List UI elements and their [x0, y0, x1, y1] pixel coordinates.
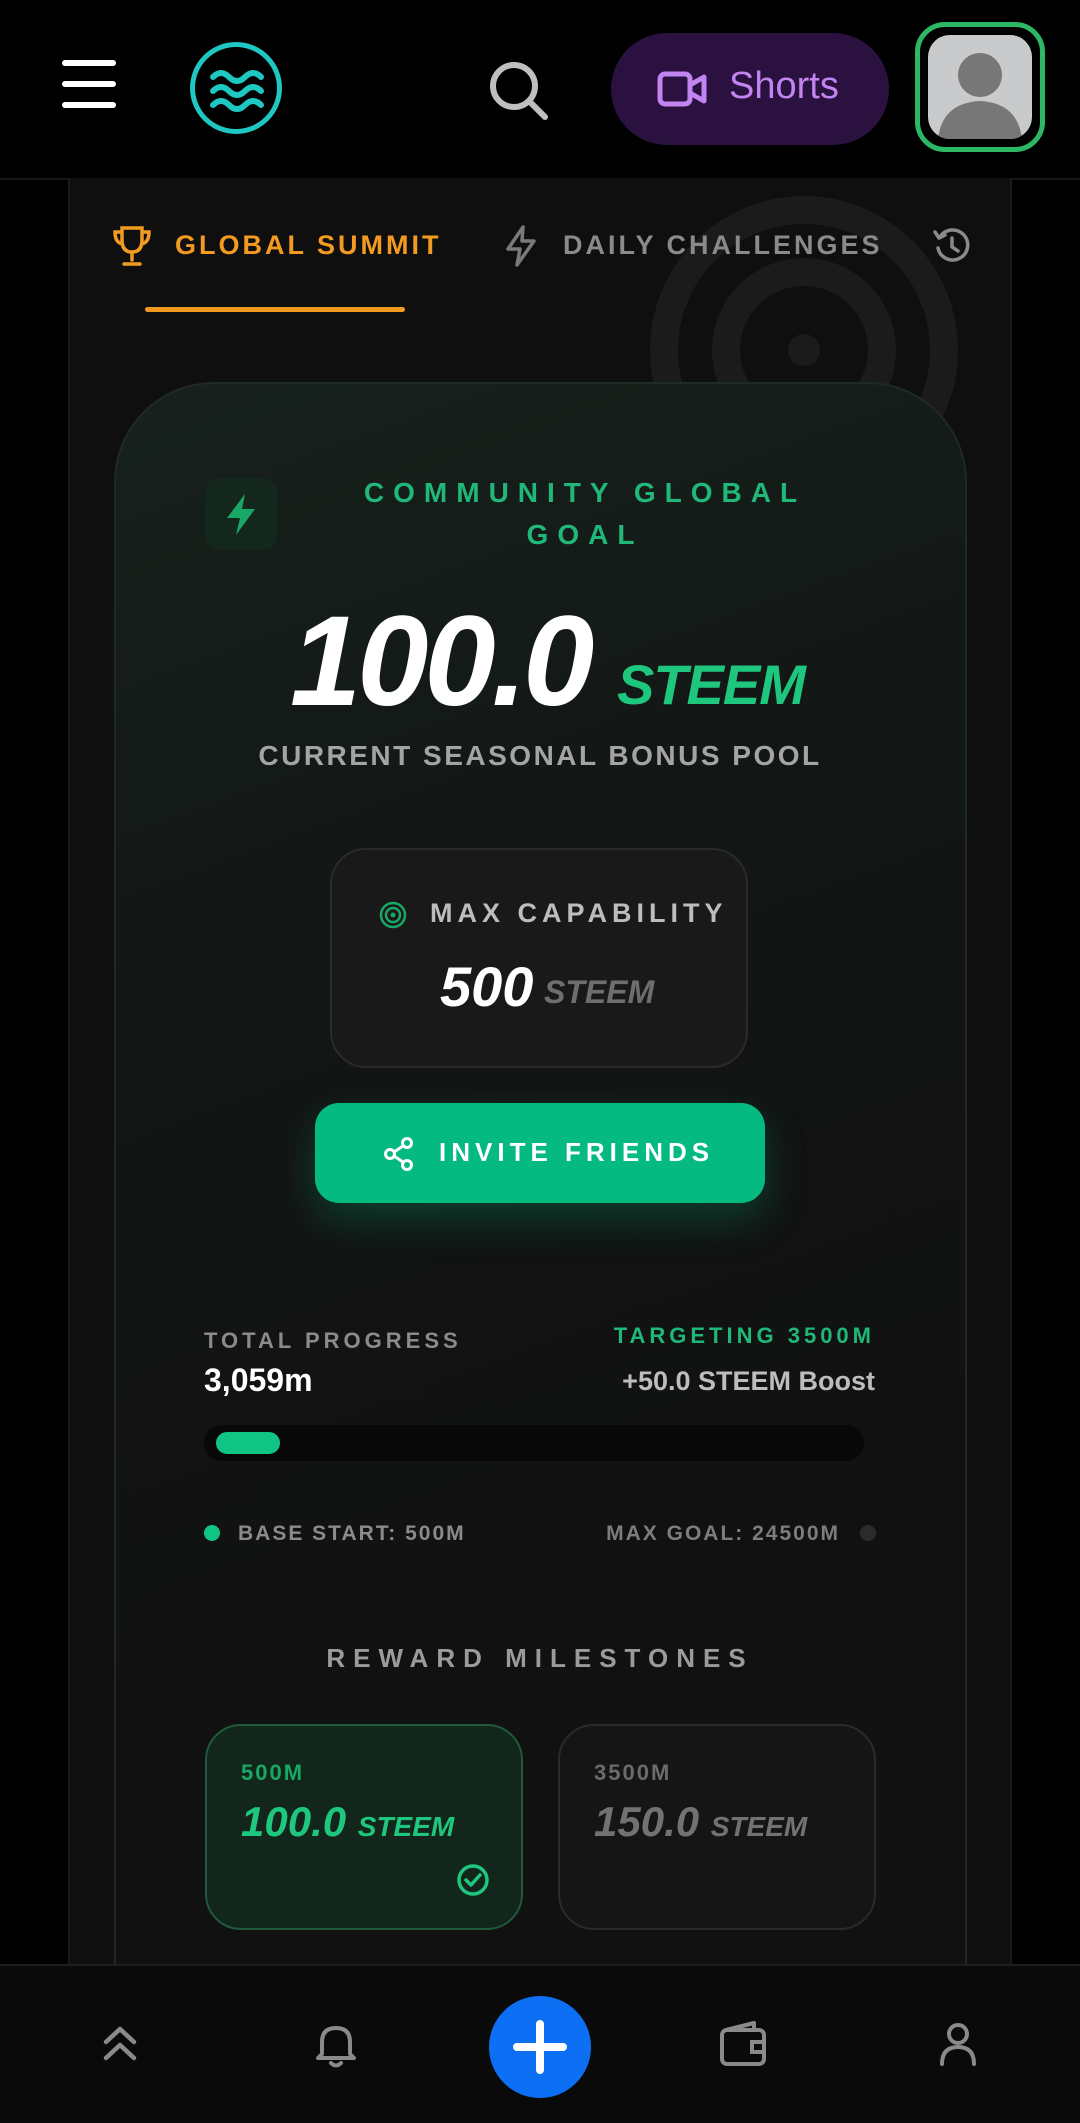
- create-plus-button[interactable]: [489, 1996, 591, 2098]
- goal-bolt-icon: [205, 478, 277, 550]
- milestone-amount: 100.0: [241, 1798, 347, 1845]
- bottom-nav: [0, 1964, 1080, 2123]
- trophy-icon: [113, 226, 151, 266]
- history-icon[interactable]: [932, 226, 972, 266]
- progress-bar-fill: [216, 1432, 280, 1454]
- milestone-amount: 150.0: [594, 1798, 700, 1845]
- milestone-distance: 500M: [241, 1760, 305, 1785]
- milestone-distance: 3500M: [594, 1760, 672, 1785]
- milestone-unit: STEEM: [710, 1811, 808, 1842]
- tab-daily-challenges[interactable]: DAILY CHALLENGES: [503, 222, 880, 272]
- milestone-unit: STEEM: [357, 1811, 455, 1842]
- double-chevron-up-icon[interactable]: [92, 2016, 148, 2072]
- active-tab-underline: [145, 307, 405, 312]
- share-icon: [384, 1137, 413, 1171]
- goal-amount: 100.0: [290, 590, 594, 733]
- search-icon[interactable]: [488, 60, 550, 122]
- max-goal-dot: [860, 1525, 876, 1541]
- check-circle-icon: [457, 1864, 489, 1896]
- max-capability-unit: STEEM: [544, 974, 655, 1010]
- total-progress-value: 3,059m: [204, 1362, 313, 1398]
- tab-global-summit-label: GLOBAL SUMMIT: [175, 230, 442, 260]
- community-goal-title: COMMUNITY GLOBAL GOAL: [363, 477, 807, 550]
- profile-icon[interactable]: [930, 2016, 986, 2072]
- base-start-dot: [204, 1525, 220, 1541]
- milestone-reward: 100.0 STEEM: [241, 1798, 454, 1846]
- shorts-label: Shorts: [729, 65, 839, 107]
- boost-label: +50.0 STEEM Boost: [622, 1366, 875, 1396]
- hamburger-menu-icon[interactable]: [62, 60, 116, 108]
- max-capability-card: MAX CAPABILITY 500 STEEM: [330, 848, 748, 1068]
- user-avatar-icon: [928, 35, 1032, 139]
- target-icon: [379, 901, 407, 929]
- avatar[interactable]: [915, 22, 1045, 152]
- reward-milestones-title: REWARD MILESTONES: [326, 1643, 754, 1673]
- tab-daily-challenges-label: DAILY CHALLENGES: [563, 230, 883, 260]
- max-capability-amount: 500: [440, 955, 534, 1018]
- progress-bar: [204, 1425, 864, 1461]
- waves-logo-icon[interactable]: [190, 42, 282, 134]
- targeting-label: TARGETING 3500M: [613, 1323, 875, 1348]
- plus-icon: [513, 2020, 567, 2074]
- milestone-card[interactable]: 500M 100.0 STEEM: [205, 1724, 523, 1930]
- max-goal-label: MAX GOAL: 24500M: [606, 1522, 840, 1545]
- goal-unit: STEEM: [617, 653, 806, 716]
- invite-friends-label: INVITE FRIENDS: [439, 1137, 715, 1167]
- top-bar: Shorts: [0, 0, 1080, 180]
- bonus-pool-label: CURRENT SEASONAL BONUS POOL: [258, 740, 822, 771]
- invite-friends-button[interactable]: INVITE FRIENDS: [315, 1103, 765, 1203]
- video-camera-icon: [657, 71, 707, 107]
- base-start-label: BASE START: 500M: [238, 1522, 466, 1545]
- milestone-reward: 150.0 STEEM: [594, 1798, 807, 1846]
- total-progress-label: TOTAL PROGRESS: [204, 1328, 462, 1353]
- max-capability-label: MAX CAPABILITY: [430, 898, 728, 928]
- shorts-button[interactable]: Shorts: [611, 33, 889, 145]
- milestone-card[interactable]: 3500M 150.0 STEEM: [558, 1724, 876, 1930]
- wallet-icon[interactable]: [716, 2016, 772, 2072]
- bell-icon[interactable]: [308, 2016, 364, 2072]
- bolt-icon: [506, 225, 536, 267]
